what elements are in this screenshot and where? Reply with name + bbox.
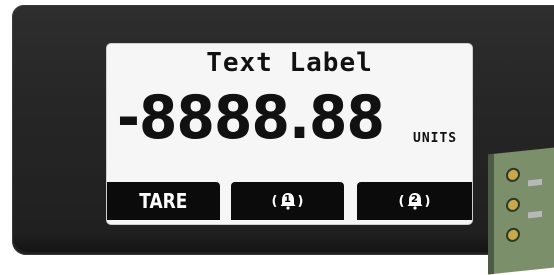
softkey-alarm-1[interactable]: ( 1 ) bbox=[231, 182, 344, 220]
display-value: -8888.88 bbox=[117, 83, 385, 153]
softkey-tare[interactable]: TARE bbox=[107, 182, 220, 220]
left-paren: ( bbox=[398, 193, 405, 209]
alarm-bell-icon: 2 bbox=[407, 192, 423, 210]
right-paren: ) bbox=[424, 193, 431, 209]
board-component bbox=[508, 199, 518, 211]
alarm-number-2: 2 bbox=[411, 194, 418, 205]
board-pad bbox=[528, 210, 542, 219]
softkey-tare-label: TARE bbox=[139, 189, 188, 213]
board-component bbox=[508, 169, 518, 181]
alarm-number-1: 1 bbox=[284, 194, 291, 205]
bezel-shadow bbox=[14, 232, 554, 252]
board-component bbox=[508, 229, 518, 241]
display-title: Text Label bbox=[206, 48, 373, 78]
softkey-alarm-2[interactable]: ( 2 ) bbox=[357, 182, 472, 220]
circuit-board bbox=[488, 145, 554, 275]
alarm-indicator-2: ( 2 ) bbox=[398, 192, 431, 210]
softkey-bar: TARE ( 1 ) (2) bbox=[107, 182, 472, 224]
alarm-bell-icon: 1 bbox=[280, 192, 296, 210]
left-paren: ( bbox=[271, 193, 278, 209]
lcd-display: Text Label -8888.88 UNITS TARE ( 1 ) (2… bbox=[107, 44, 472, 224]
board-pad bbox=[528, 178, 542, 187]
right-paren: ) bbox=[297, 193, 304, 209]
display-units: UNITS bbox=[413, 131, 458, 146]
alarm-indicator-1: ( 1 ) bbox=[271, 192, 304, 210]
